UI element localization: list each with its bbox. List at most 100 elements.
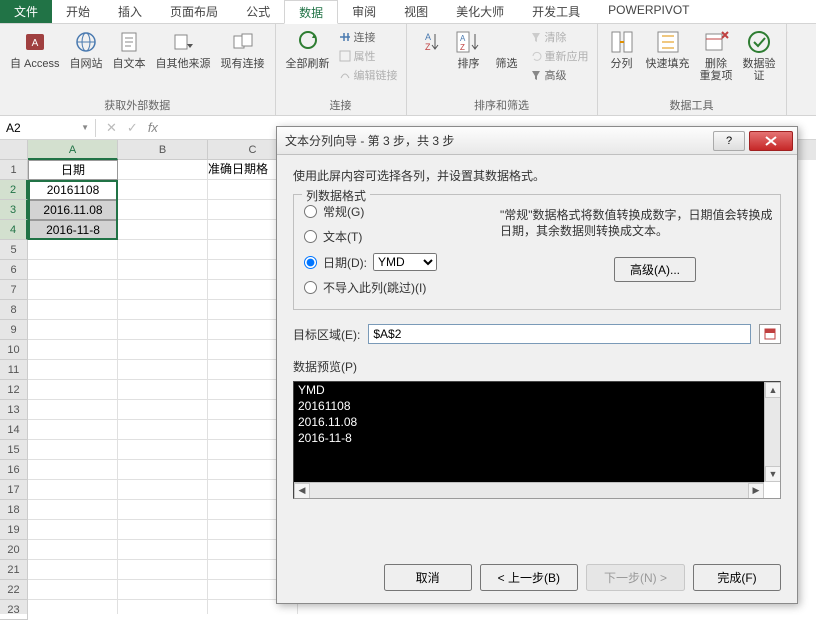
btn-sort[interactable]: AZ排序 xyxy=(451,26,487,72)
cell[interactable] xyxy=(118,460,208,480)
cell[interactable] xyxy=(118,180,208,200)
cell[interactable] xyxy=(118,160,208,180)
btn-data-validation[interactable]: 数据验 证 xyxy=(739,26,780,84)
row-header[interactable]: 22 xyxy=(0,580,28,600)
cell[interactable]: 20161108 xyxy=(28,180,118,200)
tab-pagelayout[interactable]: 页面布局 xyxy=(156,0,232,23)
range-picker-button[interactable] xyxy=(759,324,781,344)
btn-text-to-columns[interactable]: 分列 xyxy=(604,26,640,72)
advanced-button[interactable]: 高级(A)... xyxy=(614,257,696,282)
cell[interactable] xyxy=(28,440,118,460)
row-header[interactable]: 19 xyxy=(0,520,28,540)
btn-sort-az[interactable]: AZ xyxy=(413,26,449,58)
btn-existing-conn[interactable]: 现有连接 xyxy=(217,26,269,72)
btn-from-text[interactable]: 自文本 xyxy=(109,26,150,72)
cell[interactable] xyxy=(118,340,208,360)
select-all-corner[interactable] xyxy=(0,140,28,160)
dialog-titlebar[interactable]: 文本分列向导 - 第 3 步，共 3 步 ? xyxy=(277,127,797,155)
row-header[interactable]: 15 xyxy=(0,440,28,460)
cell[interactable] xyxy=(28,380,118,400)
cell[interactable] xyxy=(28,540,118,560)
tab-insert[interactable]: 插入 xyxy=(104,0,156,23)
tab-formulas[interactable]: 公式 xyxy=(232,0,284,23)
row-header[interactable]: 8 xyxy=(0,300,28,320)
target-range-input[interactable] xyxy=(368,324,751,344)
row-header[interactable]: 10 xyxy=(0,340,28,360)
row-header[interactable]: 7 xyxy=(0,280,28,300)
row-header[interactable]: 17 xyxy=(0,480,28,500)
row-header[interactable]: 11 xyxy=(0,360,28,380)
name-box[interactable]: A2▼ xyxy=(0,119,96,137)
col-header[interactable]: B xyxy=(118,140,208,160)
row-header[interactable]: 13 xyxy=(0,400,28,420)
tab-view[interactable]: 视图 xyxy=(390,0,442,23)
cell[interactable] xyxy=(28,360,118,380)
radio-date[interactable]: 日期(D): xyxy=(304,254,367,271)
row-header[interactable]: 3 xyxy=(0,200,28,220)
cell[interactable] xyxy=(118,520,208,540)
row-header[interactable]: 5 xyxy=(0,240,28,260)
cell[interactable] xyxy=(28,280,118,300)
row-header[interactable]: 20 xyxy=(0,540,28,560)
row-header[interactable]: 2 xyxy=(0,180,28,200)
scrollbar-horizontal[interactable]: ◀▶ xyxy=(294,482,764,498)
date-format-select[interactable]: YMD xyxy=(373,253,437,271)
btn-advanced-filter[interactable]: 高级 xyxy=(527,66,591,84)
row-header[interactable]: 21 xyxy=(0,560,28,580)
cell[interactable] xyxy=(28,500,118,520)
btn-connections[interactable]: 连接 xyxy=(336,28,400,46)
fx-icon[interactable]: fx xyxy=(148,120,158,135)
btn-from-web[interactable]: 自网站 xyxy=(66,26,107,72)
cell[interactable] xyxy=(28,260,118,280)
radio-skip[interactable]: 不导入此列(跳过)(I) xyxy=(304,279,770,296)
row-header[interactable]: 18 xyxy=(0,500,28,520)
data-preview[interactable]: YMD 20161108 2016.11.08 2016-11-8 ▲▼ ◀▶ xyxy=(293,381,781,499)
tab-data[interactable]: 数据 xyxy=(284,0,338,24)
finish-button[interactable]: 完成(F) xyxy=(693,564,781,591)
cell[interactable] xyxy=(28,560,118,580)
btn-clear-filter[interactable]: 清除 xyxy=(527,28,591,46)
cell[interactable]: 2016-11-8 xyxy=(28,220,118,240)
cell[interactable] xyxy=(28,320,118,340)
cell[interactable] xyxy=(118,200,208,220)
row-header[interactable]: 16 xyxy=(0,460,28,480)
tab-file[interactable]: 文件 xyxy=(0,0,52,23)
cell[interactable] xyxy=(118,240,208,260)
cell[interactable] xyxy=(118,560,208,580)
btn-properties[interactable]: 属性 xyxy=(336,47,400,65)
row-header[interactable]: 9 xyxy=(0,320,28,340)
cell[interactable] xyxy=(28,240,118,260)
cell[interactable] xyxy=(28,520,118,540)
cell[interactable] xyxy=(118,380,208,400)
btn-flash-fill[interactable]: 快速填充 xyxy=(642,26,694,72)
scrollbar-vertical[interactable]: ▲▼ xyxy=(764,382,780,482)
cell[interactable] xyxy=(28,600,118,614)
help-button[interactable]: ? xyxy=(713,131,745,151)
cell[interactable] xyxy=(28,420,118,440)
cell[interactable] xyxy=(118,480,208,500)
cell[interactable] xyxy=(28,480,118,500)
cell[interactable] xyxy=(118,220,208,240)
cell[interactable] xyxy=(118,580,208,600)
row-header[interactable]: 14 xyxy=(0,420,28,440)
btn-from-access[interactable]: A自 Access xyxy=(6,26,64,72)
btn-from-other[interactable]: 自其他来源 xyxy=(152,26,215,72)
cell[interactable] xyxy=(118,420,208,440)
btn-refresh-all[interactable]: 全部刷新 xyxy=(282,26,334,72)
cell[interactable] xyxy=(28,400,118,420)
cell[interactable] xyxy=(118,600,208,614)
row-header[interactable]: 4 xyxy=(0,220,28,240)
btn-filter[interactable]: 筛选 xyxy=(489,26,525,72)
cell[interactable] xyxy=(118,320,208,340)
tab-review[interactable]: 审阅 xyxy=(338,0,390,23)
cancel-button[interactable]: 取消 xyxy=(384,564,472,591)
row-header[interactable]: 12 xyxy=(0,380,28,400)
cell[interactable] xyxy=(118,500,208,520)
cell[interactable] xyxy=(28,340,118,360)
cell[interactable] xyxy=(118,360,208,380)
cell[interactable]: 日期 xyxy=(28,160,118,180)
cell[interactable] xyxy=(28,460,118,480)
chevron-down-icon[interactable]: ▼ xyxy=(81,123,89,132)
tab-powerpivot[interactable]: POWERPIVOT xyxy=(594,0,703,23)
row-header[interactable]: 23 xyxy=(0,600,28,620)
